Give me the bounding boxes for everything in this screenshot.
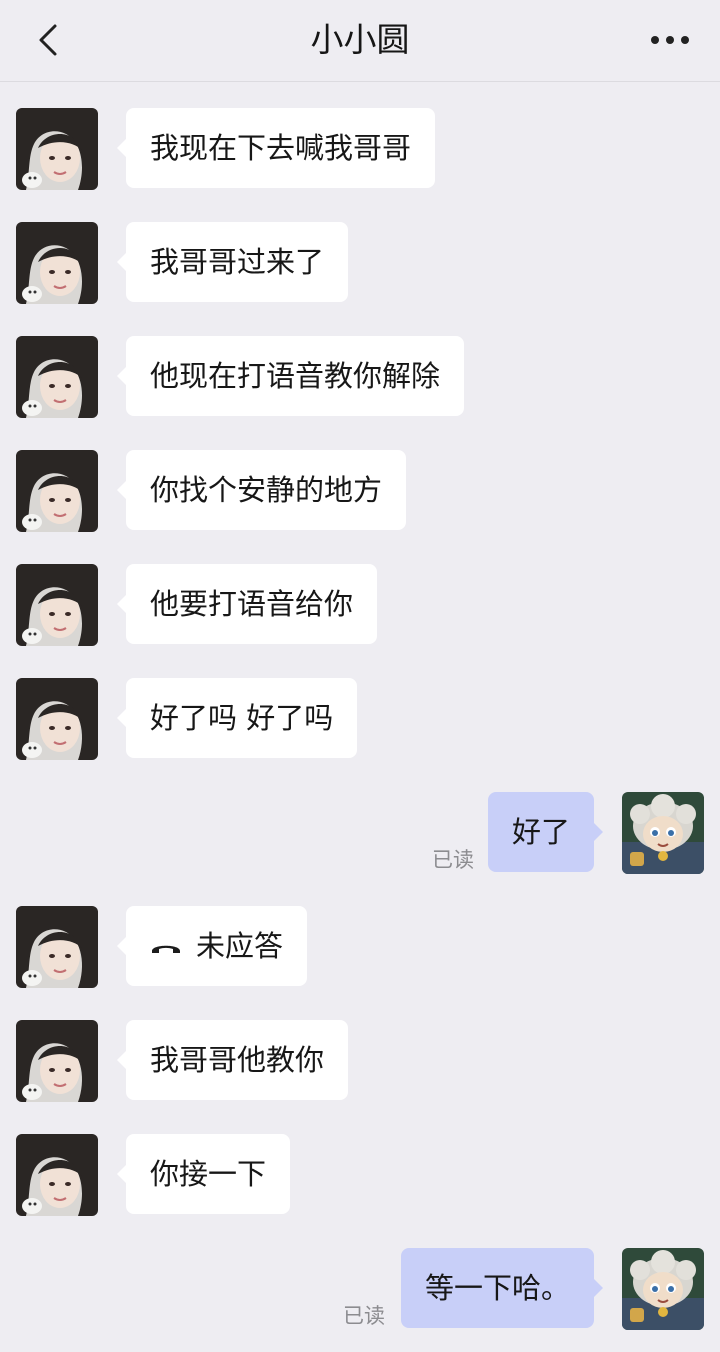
message-row: 我哥哥过来了 [0, 222, 720, 306]
message-row: 已读 好了 [0, 792, 720, 876]
missed-call-label: 未应答 [196, 929, 284, 963]
read-status: 已读 [343, 1304, 385, 1328]
message-row: 他要打语音给你 [0, 564, 720, 648]
incoming-message-bubble[interactable]: 我现在下去喊我哥哥 [116, 108, 436, 188]
my-avatar[interactable] [622, 1248, 704, 1330]
message-row: 已读 等一下哈。 [0, 1248, 720, 1332]
contact-avatar[interactable] [16, 678, 98, 760]
message-row: 他现在打语音教你解除 [0, 336, 720, 420]
incoming-message-bubble[interactable]: 他要打语音给你 [116, 564, 378, 644]
incoming-message-bubble[interactable]: 你接一下 [116, 1134, 291, 1214]
contact-avatar[interactable] [16, 336, 98, 418]
chat-title: 小小圆 [310, 20, 410, 59]
incoming-message-bubble[interactable]: 好了吗 好了吗 [116, 678, 358, 758]
incoming-message-bubble[interactable]: 我哥哥他教你 [116, 1020, 349, 1100]
contact-avatar[interactable] [16, 108, 98, 190]
incoming-message-bubble[interactable]: 你找个安静的地方 [116, 450, 407, 530]
message-row: 我现在下去喊我哥哥 [0, 108, 720, 192]
contact-avatar[interactable] [16, 564, 98, 646]
message-row: 未应答 [0, 906, 720, 990]
message-row: 你接一下 [0, 1134, 720, 1218]
phone-hangup-icon [150, 905, 182, 985]
outgoing-message-bubble[interactable]: 等一下哈。 [400, 1248, 604, 1328]
contact-avatar[interactable] [16, 222, 98, 304]
contact-avatar[interactable] [16, 906, 98, 988]
message-row: 你找个安静的地方 [0, 450, 720, 534]
message-row: 我哥哥他教你 [0, 1020, 720, 1104]
chat-header: 小小圆 [0, 0, 720, 82]
incoming-message-bubble[interactable]: 他现在打语音教你解除 [116, 336, 465, 416]
more-horizontal-icon[interactable] [648, 20, 692, 60]
contact-avatar[interactable] [16, 1020, 98, 1102]
contact-avatar[interactable] [16, 450, 98, 532]
missed-call-bubble[interactable]: 未应答 [116, 905, 308, 986]
read-status: 已读 [432, 848, 474, 872]
contact-avatar[interactable] [16, 1134, 98, 1216]
outgoing-message-bubble[interactable]: 好了 [487, 792, 604, 872]
message-row: 好了吗 好了吗 [0, 678, 720, 762]
my-avatar[interactable] [622, 792, 704, 874]
incoming-message-bubble[interactable]: 我哥哥过来了 [116, 222, 349, 302]
